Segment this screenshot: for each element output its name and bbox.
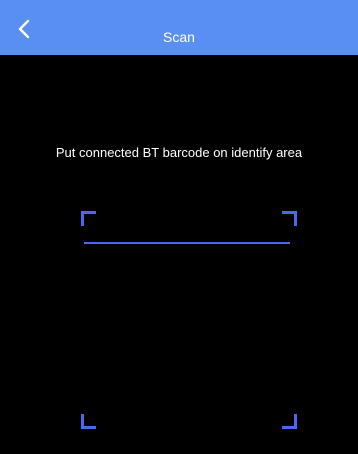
back-button[interactable] — [8, 14, 40, 44]
scan-frame-corner-top-left — [81, 211, 96, 226]
scan-instruction: Put connected BT barcode on identify are… — [55, 145, 303, 160]
scan-frame-corner-bottom-right — [282, 414, 297, 429]
chevron-left-icon — [17, 19, 31, 39]
scan-frame-corner-bottom-left — [81, 414, 96, 429]
scan-line — [84, 242, 290, 244]
page-title: Scan — [163, 29, 195, 45]
header-bar: Scan — [0, 0, 358, 55]
scan-screen: Scan Put connected BT barcode on identif… — [0, 0, 358, 454]
scan-frame-corner-top-right — [282, 211, 297, 226]
